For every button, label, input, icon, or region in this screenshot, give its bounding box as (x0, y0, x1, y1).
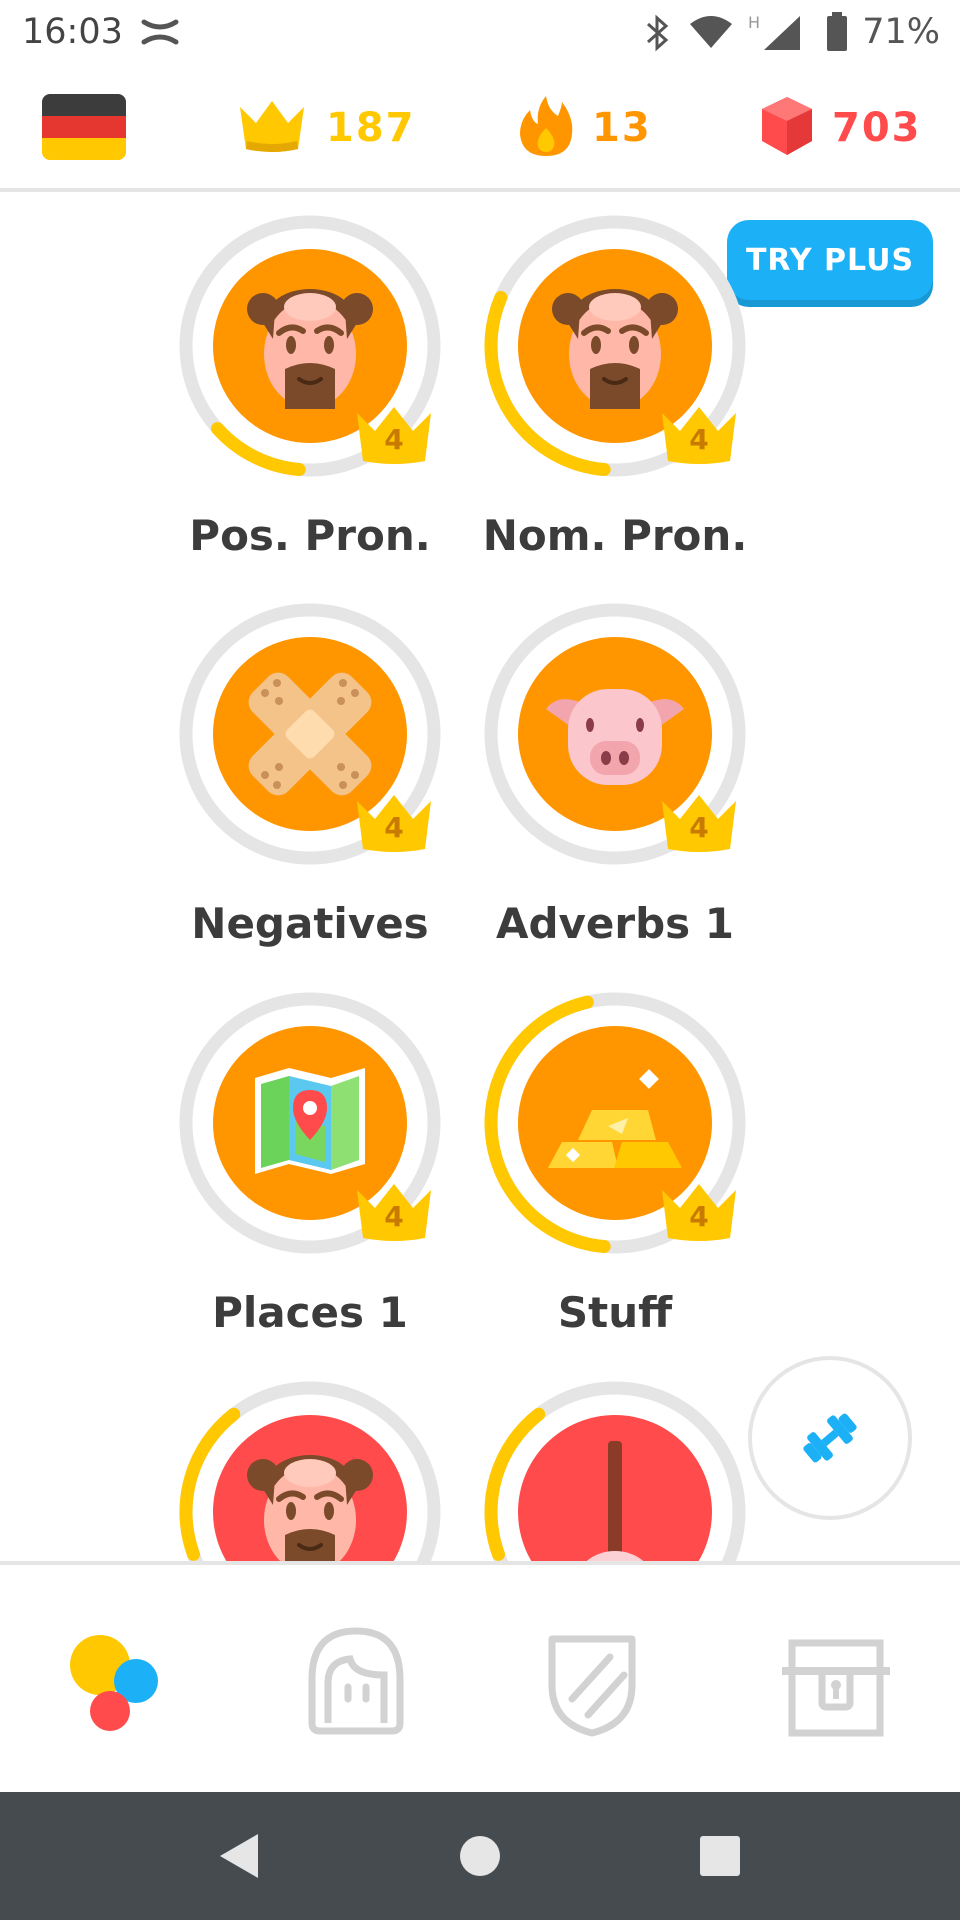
crown-level: 4 (689, 1200, 709, 1233)
android-navigation-bar (0, 1792, 960, 1920)
svg-text:H: H (748, 13, 760, 32)
home-icon[interactable] (450, 1826, 510, 1886)
crown-level: 4 (384, 1200, 404, 1233)
profile-icon (308, 1627, 404, 1735)
crown-level-badge: 4 (353, 403, 435, 467)
crown-level: 4 (689, 811, 709, 844)
skill-negatives[interactable]: 4 Negatives (175, 599, 445, 959)
crown-level-badge: 4 (658, 403, 740, 467)
german-flag[interactable] (42, 94, 126, 160)
crown-level: 4 (689, 423, 709, 456)
practice-button[interactable] (748, 1356, 912, 1520)
battery-percentage: 71% (862, 12, 940, 52)
skill-places-1[interactable]: 4 Places 1 (175, 988, 445, 1348)
skill-label: Stuff (557, 1288, 673, 1337)
gem-icon (760, 95, 814, 161)
nav-learn[interactable] (52, 1623, 172, 1743)
recents-icon[interactable] (690, 1826, 750, 1886)
bottom-nav (0, 1561, 960, 1795)
crowns-count: 187 (326, 105, 416, 151)
signal-icon: H (748, 12, 806, 56)
crown-level-badge: 4 (658, 1180, 740, 1244)
streak-count: 13 (592, 105, 652, 151)
crown-level-badge: 4 (353, 1180, 435, 1244)
bluetooth-icon (642, 14, 674, 56)
shield-icon (548, 1635, 636, 1737)
under-armour-icon (140, 18, 180, 50)
try-plus-button[interactable]: TRY PLUS (727, 220, 933, 300)
crown-level: 4 (384, 811, 404, 844)
skill-nom-pron[interactable]: 4 Nom. Pron. (480, 211, 750, 571)
top-bar: 187 13 703 (0, 64, 960, 192)
gems-count: 703 (832, 105, 922, 151)
skill-label: Places 1 (212, 1288, 408, 1337)
status-time: 16:03 (22, 12, 123, 52)
skill-pos-pron[interactable]: 4 Pos. Pron. (175, 211, 445, 571)
treasure-chest-icon (782, 1639, 890, 1737)
skill-label: Pos. Pron. (189, 511, 431, 560)
skill-adverbs-1[interactable]: 4 Adverbs 1 (480, 599, 750, 959)
crown-level: 4 (384, 423, 404, 456)
nav-leagues[interactable] (532, 1623, 652, 1743)
skill-label: Negatives (191, 899, 429, 948)
flame-icon (518, 94, 574, 162)
crown-level-badge: 4 (658, 791, 740, 855)
gems-counter[interactable]: 703 (760, 95, 922, 161)
status-bar: 16:03 H 71% (0, 0, 960, 64)
dumbbell-icon (803, 1413, 857, 1463)
skill-label: Nom. Pron. (482, 511, 748, 560)
streak-counter[interactable]: 13 (518, 96, 652, 158)
skill-stuff[interactable]: 4 Stuff (480, 988, 750, 1348)
crown-level-badge: 4 (353, 791, 435, 855)
nav-profile[interactable] (296, 1623, 416, 1743)
back-icon[interactable] (210, 1826, 270, 1886)
nav-shop[interactable] (776, 1623, 896, 1743)
learn-dots-icon (70, 1635, 158, 1731)
battery-icon (826, 12, 848, 56)
wifi-icon (688, 14, 734, 54)
crown-icon (236, 97, 308, 159)
crowns-counter[interactable]: 187 (236, 98, 416, 158)
skill-label: Adverbs 1 (495, 899, 735, 948)
